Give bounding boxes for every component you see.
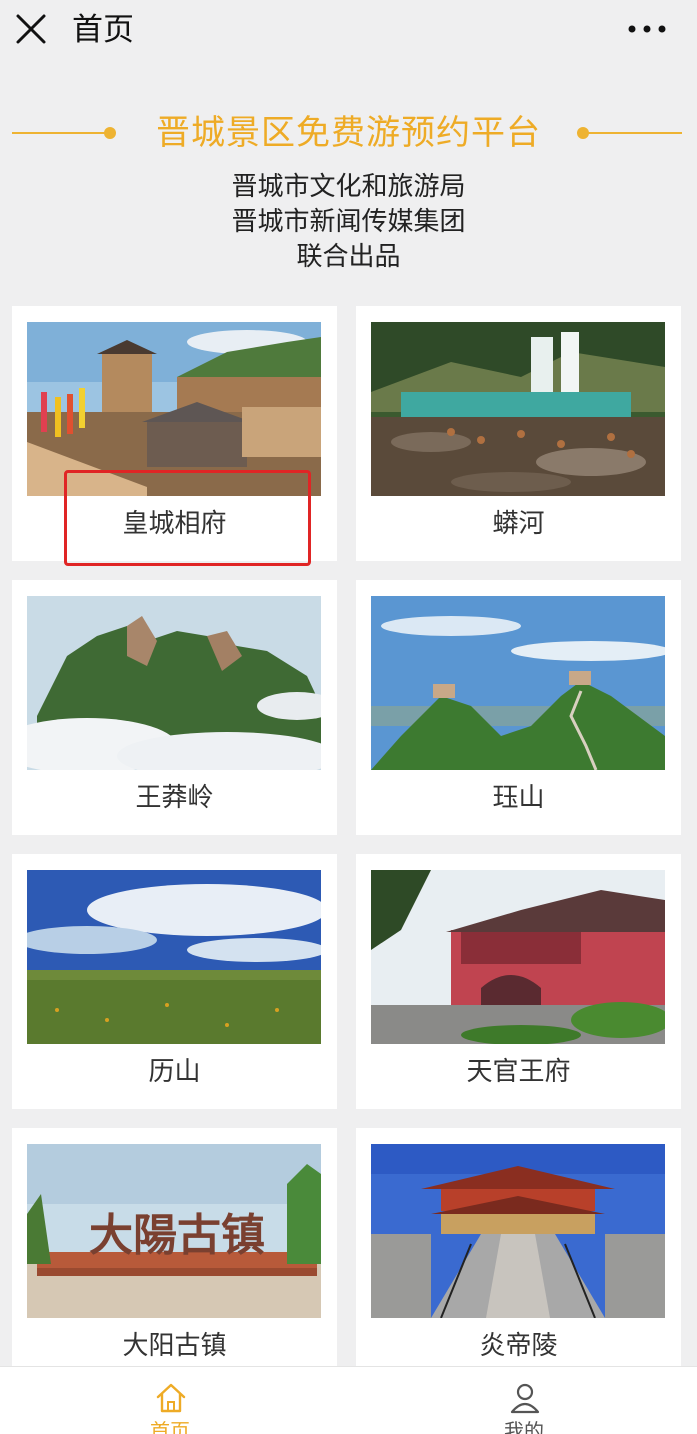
bottom-tab-bar: 首页 我的 — [0, 1366, 697, 1434]
scenic-spot-card-wangmangling[interactable]: 王莽岭 — [12, 580, 337, 835]
scenic-spot-card-dayang[interactable]: 大陽古镇 大阳古镇 — [12, 1128, 337, 1383]
scenic-spot-photo — [371, 322, 665, 496]
credits-block: 晋城市文化和旅游局 晋城市新闻传媒集团 联合出品 — [0, 170, 697, 275]
scenic-spot-photo — [27, 870, 321, 1044]
page-title: 首页 — [72, 12, 134, 48]
scenic-spot-card-jueshan[interactable]: 珏山 — [356, 580, 681, 835]
tab-home[interactable]: 首页 — [70, 1367, 270, 1434]
scenic-spot-name: 炎帝陵 — [479, 1331, 558, 1361]
scenic-spot-card-lishan[interactable]: 历山 — [12, 854, 337, 1109]
user-icon — [510, 1383, 540, 1414]
scenic-spot-photo — [371, 870, 665, 1044]
dayang-sign-text: 大陽古镇 — [89, 1210, 265, 1261]
scenic-spot-card-manghe[interactable]: 蟒河 — [356, 306, 681, 561]
scenic-spot-photo: 大陽古镇 — [27, 1144, 321, 1318]
tab-mine[interactable]: 我的 — [424, 1367, 624, 1434]
more-options-icon[interactable] — [627, 16, 667, 42]
scenic-spot-name: 蟒河 — [492, 509, 545, 539]
tab-home-label: 首页 — [150, 1419, 190, 1434]
scenic-spot-photo — [27, 596, 321, 770]
scenic-spot-name: 王莽岭 — [135, 783, 214, 813]
scenic-spot-photo — [27, 322, 321, 496]
scenic-spot-name: 大阳古镇 — [122, 1331, 227, 1361]
scenic-spot-name: 珏山 — [492, 783, 545, 813]
scenic-spot-name: 皇城相府 — [122, 509, 227, 539]
scenic-spot-card-tianguan[interactable]: 天官王府 — [356, 854, 681, 1109]
credit-line: 晋城市新闻传媒集团 — [231, 207, 466, 237]
scenic-spot-card-yandiling[interactable]: 炎帝陵 — [356, 1128, 681, 1383]
credit-line: 晋城市文化和旅游局 — [231, 172, 466, 202]
credit-line: 联合出品 — [296, 242, 401, 272]
scenic-spot-photo — [371, 1144, 665, 1318]
banner-title-row: 晋城景区免费游预约平台 — [0, 108, 697, 158]
top-bar: 首页 — [0, 0, 697, 60]
scenic-spot-name: 历山 — [148, 1057, 201, 1087]
close-icon[interactable] — [14, 12, 48, 46]
scenic-spot-photo — [371, 596, 665, 770]
home-icon — [156, 1383, 186, 1413]
banner-divider-right — [587, 132, 682, 134]
scenic-spot-name: 天官王府 — [466, 1057, 571, 1087]
tab-mine-label: 我的 — [504, 1419, 544, 1434]
scenic-spot-card-huangcheng[interactable]: 皇城相府 — [12, 306, 337, 561]
